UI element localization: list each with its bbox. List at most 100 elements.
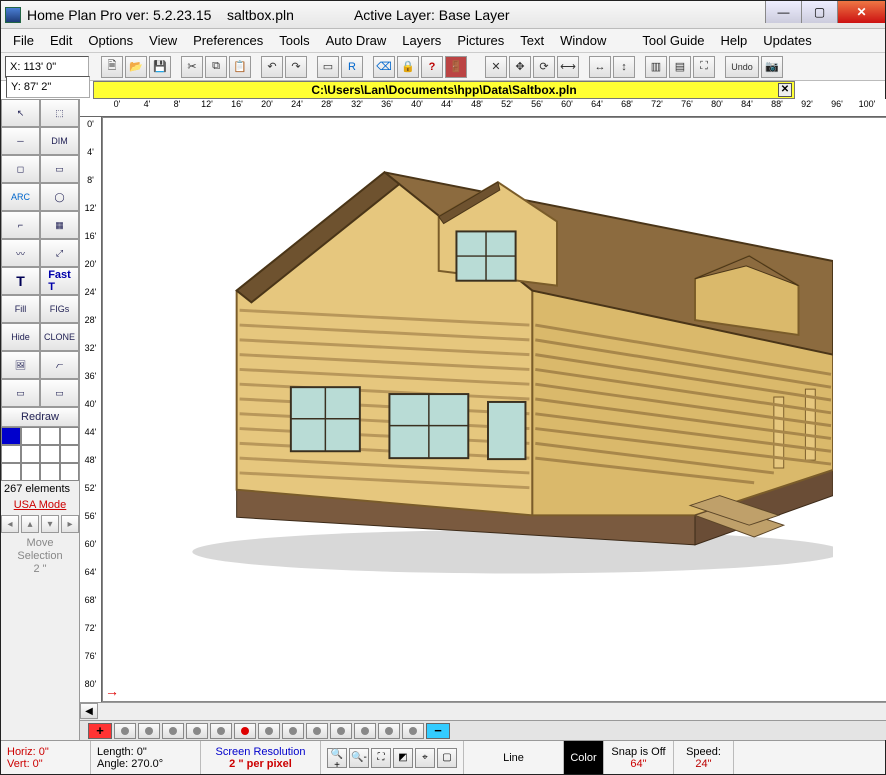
menu-layers[interactable]: Layers <box>396 31 447 50</box>
color-palette[interactable] <box>1 427 79 481</box>
color-swatch[interactable] <box>21 463 41 481</box>
rect-button[interactable]: ▭ <box>317 56 339 78</box>
redraw-button[interactable]: Redraw <box>1 407 79 427</box>
color-swatch[interactable] <box>21 445 41 463</box>
tool-clone[interactable]: CLONE <box>40 323 79 351</box>
dimh-button[interactable]: ⟷ <box>557 56 579 78</box>
color-swatch[interactable] <box>60 445 80 463</box>
color-swatch[interactable] <box>21 427 41 445</box>
menu-edit[interactable]: Edit <box>44 31 78 50</box>
menu-autodraw[interactable]: Auto Draw <box>320 31 393 50</box>
tool-dim[interactable]: DIM <box>40 127 79 155</box>
tool-line[interactable]: ─ <box>1 127 40 155</box>
open-button[interactable]: 📂 <box>125 56 147 78</box>
snap-dot[interactable] <box>258 723 280 739</box>
zoom-in-icon[interactable]: 🔍+ <box>327 748 347 768</box>
snap-dot[interactable] <box>354 723 376 739</box>
color-swatch[interactable] <box>40 463 60 481</box>
color-swatch[interactable] <box>40 427 60 445</box>
camera-button[interactable]: 📷 <box>761 56 783 78</box>
coord-y-field[interactable]: Y: 87' 2" <box>6 76 90 98</box>
vertical-ruler[interactable]: 0'4'8'12'16'20'24'28'32'36'40'44'48'52'5… <box>80 117 102 702</box>
nudge-right[interactable]: ▸ <box>61 515 79 533</box>
trim-button[interactable]: ⛶ <box>693 56 715 78</box>
drawing-canvas[interactable]: ↓ → <box>102 117 886 702</box>
snap-dot[interactable] <box>138 723 160 739</box>
zoom-sel-icon[interactable]: ◩ <box>393 748 413 768</box>
titlebar[interactable]: Home Plan Pro ver: 5.2.23.15 saltbox.pln… <box>1 1 885 29</box>
tool-lshape[interactable]: ◻ <box>1 155 40 183</box>
r-button[interactable]: R <box>341 56 363 78</box>
tool-arrow[interactable]: ↖ <box>1 99 40 127</box>
hflip-button[interactable]: ↔ <box>589 56 611 78</box>
snap-dot[interactable] <box>402 723 424 739</box>
cut-button[interactable]: ✂ <box>181 56 203 78</box>
x-button[interactable]: ✕ <box>485 56 507 78</box>
save-button[interactable]: 💾 <box>149 56 171 78</box>
menu-updates[interactable]: Updates <box>757 31 817 50</box>
snap-dot[interactable] <box>210 723 232 739</box>
snap-dot[interactable] <box>162 723 184 739</box>
menu-view[interactable]: View <box>143 31 183 50</box>
nudge-left[interactable]: ◂ <box>1 515 19 533</box>
minimize-button[interactable]: — <box>765 1 801 23</box>
status-color-button[interactable]: Color <box>564 741 604 774</box>
color-swatch[interactable] <box>1 427 21 445</box>
color-swatch[interactable] <box>40 445 60 463</box>
erase-button[interactable]: ⌫ <box>373 56 395 78</box>
close-button[interactable]: ✕ <box>837 1 885 23</box>
snap-dot[interactable] <box>114 723 136 739</box>
help-button[interactable]: ? <box>421 56 443 78</box>
tool-text[interactable]: T <box>1 267 40 295</box>
menu-window[interactable]: Window <box>554 31 612 50</box>
snap-dot[interactable] <box>330 723 352 739</box>
refresh-button[interactable]: ⟳ <box>533 56 555 78</box>
menu-toolguide[interactable]: Tool Guide <box>636 31 710 50</box>
menu-file[interactable]: File <box>7 31 40 50</box>
new-button[interactable]: 🗎 <box>101 56 123 78</box>
status-resolution[interactable]: Screen Resolution 2 " per pixel <box>201 741 321 774</box>
snap-dot[interactable] <box>186 723 208 739</box>
menu-options[interactable]: Options <box>82 31 139 50</box>
menu-text[interactable]: Text <box>514 31 550 50</box>
snap-dot[interactable] <box>378 723 400 739</box>
copy-button[interactable]: ⧉ <box>205 56 227 78</box>
tool-circle[interactable]: ◯ <box>40 183 79 211</box>
undo2-button[interactable]: Undo <box>725 56 759 78</box>
tool-view1[interactable]: ▭ <box>1 379 40 407</box>
nudge-up[interactable]: ▴ <box>21 515 39 533</box>
zoom-region-icon[interactable]: ⌖ <box>415 748 435 768</box>
tool-rect[interactable]: ▭ <box>40 155 79 183</box>
tool-view2[interactable]: ▭ <box>40 379 79 407</box>
menu-preferences[interactable]: Preferences <box>187 31 269 50</box>
tool-door[interactable]: ⌐ <box>1 211 40 239</box>
tool-figs[interactable]: FIGs <box>40 295 79 323</box>
tool-spline[interactable]: 〰 <box>1 239 40 267</box>
maximize-button[interactable]: ▢ <box>801 1 837 23</box>
zoom-out-chip[interactable]: − <box>426 723 450 739</box>
status-speed[interactable]: Speed: 24" <box>674 741 734 774</box>
nudge-down[interactable]: ▾ <box>41 515 59 533</box>
coord-x-field[interactable]: X: 113' 0" <box>5 56 89 78</box>
color-swatch[interactable] <box>60 463 80 481</box>
tool-fill[interactable]: Fill <box>1 295 40 323</box>
zoom-fit-icon[interactable]: ⛶ <box>371 748 391 768</box>
tool-hide[interactable]: Hide <box>1 323 40 351</box>
status-snap[interactable]: Snap is Off 64" <box>604 741 674 774</box>
door-button[interactable]: 🚪 <box>445 56 467 78</box>
tool-curve[interactable]: ⦧ <box>40 351 79 379</box>
paste-button[interactable]: 📋 <box>229 56 251 78</box>
tool-image[interactable]: 🖼 <box>1 351 40 379</box>
tool-arc[interactable]: ARC <box>1 183 40 211</box>
usa-mode-link[interactable]: USA Mode <box>1 497 79 513</box>
zoom-reset-icon[interactable]: ▢ <box>437 748 457 768</box>
horizontal-ruler[interactable]: 0'4'8'12'16'20'24'28'32'36'40'44'48'52'5… <box>80 99 886 117</box>
tool-snap[interactable]: ⤢ <box>40 239 79 267</box>
scroll-left-icon[interactable]: ◀ <box>80 703 98 719</box>
horizontal-scrollbar[interactable]: ◀ ▶ <box>80 702 886 720</box>
snap-dot[interactable] <box>282 723 304 739</box>
menu-help[interactable]: Help <box>715 31 754 50</box>
menu-pictures[interactable]: Pictures <box>451 31 510 50</box>
color-swatch[interactable] <box>1 463 21 481</box>
file-close-icon[interactable]: ✕ <box>778 83 792 97</box>
